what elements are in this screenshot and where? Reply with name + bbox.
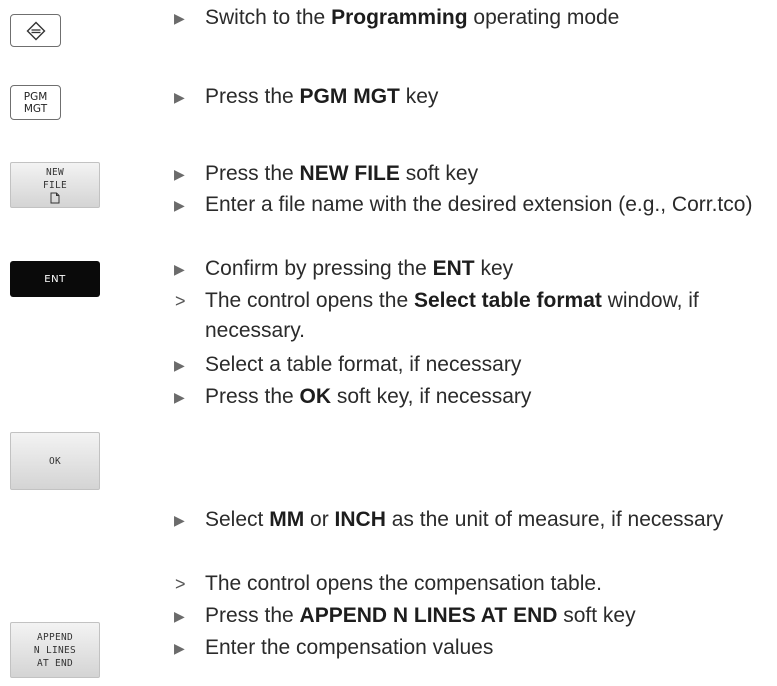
pgm-mgt-key[interactable]: PGM MGT	[10, 85, 61, 120]
ent-key[interactable]: ENT	[10, 261, 100, 297]
step-text: or	[304, 508, 335, 531]
step-confirm-ent: ▶ Confirm by pressing the ENT key	[174, 254, 764, 284]
step-text: Enter a file name with the desired exten…	[205, 193, 753, 216]
step-text: soft key, if necessary	[331, 385, 532, 408]
action-marker: ▶	[174, 512, 185, 528]
step-bold: Programming	[331, 6, 468, 29]
step-text: Press the	[205, 162, 300, 185]
action-marker: ▶	[174, 89, 185, 105]
step-text: key	[474, 257, 514, 280]
action-marker: ▶	[174, 166, 185, 182]
step-press-append: ▶ Press the APPEND N LINES AT END soft k…	[174, 601, 764, 631]
step-text: key	[399, 85, 439, 108]
step-bold: NEW FILE	[299, 162, 400, 185]
ok-softkey-label: OK	[48, 455, 62, 467]
programming-mode-icon	[26, 21, 45, 40]
step-text: Press the	[205, 85, 300, 108]
step-text: Press the	[205, 385, 300, 408]
step-text: Confirm by pressing the	[205, 257, 433, 280]
append-softkey-line1: APPEND	[36, 631, 74, 643]
step-text: as the unit of measure, if necessary	[385, 508, 724, 531]
step-bold: Select table format	[413, 289, 602, 312]
pgm-mgt-key-line2: MGT	[23, 102, 48, 115]
step-text: Switch to the	[205, 6, 332, 29]
ok-softkey[interactable]: OK	[10, 432, 100, 490]
step-result-compensation-table: > The control opens the compensation tab…	[174, 569, 764, 599]
action-marker: ▶	[174, 640, 185, 656]
step-bold: MM	[269, 508, 305, 531]
pgm-mgt-key-line1: PGM	[23, 90, 48, 103]
step-bold: APPEND N LINES AT END	[299, 604, 558, 627]
step-enter-values: ▶ Enter the compensation values	[174, 633, 764, 663]
step-select-table-format: ▶ Select a table format, if necessary	[174, 350, 764, 380]
step-enter-file-name: ▶ Enter a file name with the desired ext…	[174, 190, 764, 220]
step-text: Press the	[205, 604, 300, 627]
action-marker: ▶	[174, 357, 185, 373]
append-n-lines-softkey[interactable]: APPEND N LINES AT END	[10, 622, 100, 678]
step-text: Select a table format, if necessary	[205, 353, 522, 376]
result-marker: >	[175, 291, 186, 311]
step-press-ok: ▶ Press the OK soft key, if necessary	[174, 382, 764, 412]
action-marker: ▶	[174, 389, 185, 405]
step-text: soft key	[557, 604, 636, 627]
step-text: The control opens the compensation table…	[205, 572, 602, 595]
action-marker: ▶	[174, 261, 185, 277]
action-marker: ▶	[174, 197, 185, 213]
step-bold: INCH	[334, 508, 386, 531]
action-marker: ▶	[174, 10, 185, 26]
append-softkey-line2: N LINES	[33, 644, 77, 656]
step-bold: OK	[299, 385, 332, 408]
programming-mode-key[interactable]	[10, 14, 61, 47]
step-result-select-table-format: > The control opens the Select table for…	[174, 286, 764, 346]
step-bold: PGM MGT	[299, 85, 400, 108]
step-text: operating mode	[467, 6, 620, 29]
step-text: Enter the compensation values	[205, 636, 494, 659]
file-icon	[50, 192, 60, 204]
step-press-pgm-mgt: ▶ Press the PGM MGT key	[174, 82, 764, 112]
step-switch-mode: ▶ Switch to the Programming operating mo…	[174, 3, 764, 33]
step-press-new-file: ▶ Press the NEW FILE soft key	[174, 159, 764, 189]
step-select-unit: ▶ Select MM or INCH as the unit of measu…	[174, 505, 764, 535]
step-bold: ENT	[432, 257, 475, 280]
new-file-softkey-line2: FILE	[42, 180, 68, 191]
ent-key-label: ENT	[44, 273, 66, 285]
step-text: soft key	[399, 162, 479, 185]
append-softkey-line3: AT END	[36, 657, 74, 669]
action-marker: ▶	[174, 608, 185, 624]
step-text: The control opens the	[205, 289, 414, 312]
result-marker: >	[175, 574, 186, 594]
new-file-softkey[interactable]: NEW FILE	[10, 162, 100, 208]
new-file-softkey-line1: NEW	[45, 167, 65, 178]
step-text: Select	[205, 508, 270, 531]
